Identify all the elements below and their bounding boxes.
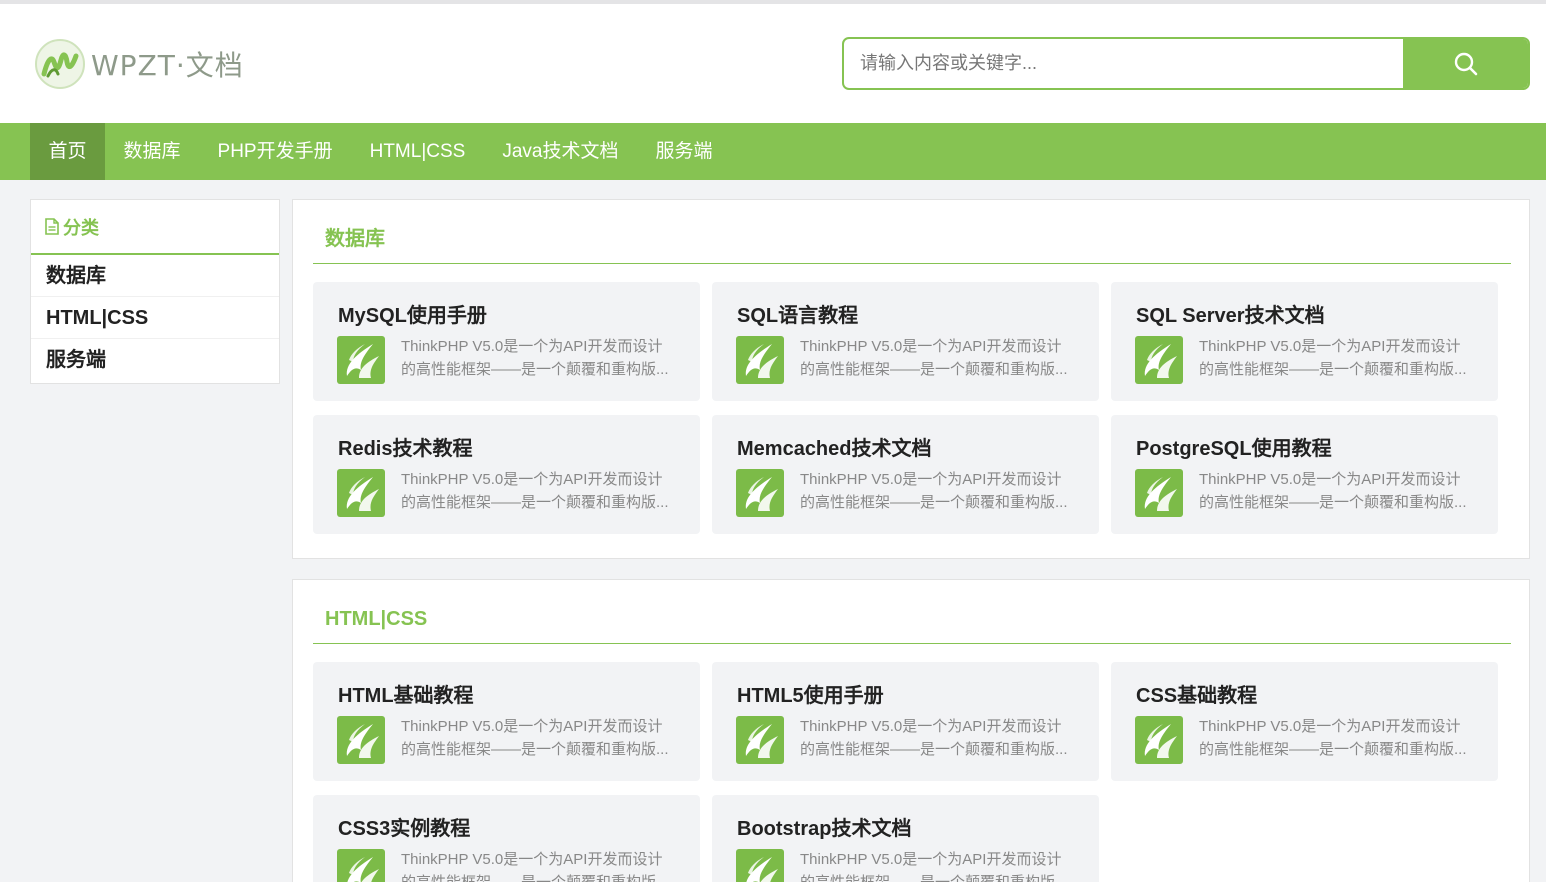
search-input[interactable] bbox=[844, 39, 1403, 88]
doc-card-description-line: ThinkPHP V5.0是一个为API开发而设计 bbox=[800, 851, 1062, 868]
doc-card-description: ThinkPHP V5.0是一个为API开发而设计 的高性能框架——是一个颠覆和… bbox=[401, 848, 676, 882]
nav-item-java-docs[interactable]: Java技术文档 bbox=[484, 123, 637, 180]
doc-card[interactable]: CSS3实例教程 ThinkPHP V5.0是一个为API开发而设计 的高性能框… bbox=[313, 795, 700, 882]
doc-card-title[interactable]: HTML5使用手册 bbox=[737, 679, 884, 708]
doc-card-description: ThinkPHP V5.0是一个为API开发而设计 的高性能框架——是一个颠覆和… bbox=[800, 715, 1075, 761]
nav-item-php-manual[interactable]: PHP开发手册 bbox=[199, 123, 351, 180]
doc-card-description-line: 的高性能框架——是一个颠覆和重构版... bbox=[401, 741, 669, 758]
doc-card-description-line: ThinkPHP V5.0是一个为API开发而设计 bbox=[401, 471, 663, 488]
doc-card[interactable]: CSS基础教程 ThinkPHP V5.0是一个为API开发而设计 的高性能框架… bbox=[1111, 662, 1498, 781]
doc-card-description-line: ThinkPHP V5.0是一个为API开发而设计 bbox=[401, 338, 663, 355]
sidebar-item-html-css[interactable]: HTML|CSS bbox=[31, 297, 279, 339]
site-logo[interactable]: WPZT·文档 bbox=[34, 38, 244, 90]
sidebar-title: 分类 bbox=[63, 217, 99, 238]
thinkphp-logo-icon bbox=[1135, 469, 1183, 517]
doc-card-description-line: 的高性能框架——是一个颠覆和重构版... bbox=[800, 741, 1068, 758]
logo-text: WPZT·文档 bbox=[91, 49, 244, 82]
doc-card[interactable]: SQL语言教程 ThinkPHP V5.0是一个为API开发而设计 的高性能框架… bbox=[712, 282, 1099, 401]
doc-card-description: ThinkPHP V5.0是一个为API开发而设计 的高性能框架——是一个颠覆和… bbox=[401, 468, 676, 514]
section-html-css: HTML|CSS HTML基础教程 ThinkPHP V5.0是一个为API开发… bbox=[292, 579, 1530, 882]
document-icon bbox=[45, 218, 59, 235]
doc-card-description-line: ThinkPHP V5.0是一个为API开发而设计 bbox=[1199, 471, 1461, 488]
doc-card-description-line: 的高性能框架——是一个颠覆和重构版... bbox=[800, 871, 1075, 882]
logo-mark-icon bbox=[35, 39, 85, 89]
nav-item-server[interactable]: 服务端 bbox=[637, 123, 731, 180]
doc-card-title[interactable]: CSS基础教程 bbox=[1136, 679, 1257, 708]
doc-card-title[interactable]: HTML基础教程 bbox=[338, 679, 474, 708]
doc-card[interactable]: Bootstrap技术文档 ThinkPHP V5.0是一个为API开发而设计 … bbox=[712, 795, 1099, 882]
nav-item-html-css[interactable]: HTML|CSS bbox=[351, 123, 484, 180]
thinkphp-logo-icon bbox=[337, 849, 385, 882]
doc-card-title[interactable]: Bootstrap技术文档 bbox=[737, 812, 911, 841]
doc-card[interactable]: Redis技术教程 ThinkPHP V5.0是一个为API开发而设计 的高性能… bbox=[313, 415, 700, 534]
search-icon bbox=[1454, 52, 1477, 75]
doc-card-title[interactable]: CSS3实例教程 bbox=[338, 812, 470, 841]
doc-card-description-line: ThinkPHP V5.0是一个为API开发而设计 bbox=[401, 851, 663, 868]
search-box bbox=[842, 37, 1530, 90]
thinkphp-logo-icon bbox=[337, 469, 385, 517]
section-title[interactable]: 数据库 bbox=[313, 224, 1511, 264]
nav-item-database[interactable]: 数据库 bbox=[105, 123, 199, 180]
thinkphp-logo-icon bbox=[337, 336, 385, 384]
doc-card-description: ThinkPHP V5.0是一个为API开发而设计 的高性能框架——是一个颠覆和… bbox=[1199, 468, 1474, 514]
doc-card-description-line: ThinkPHP V5.0是一个为API开发而设计 bbox=[800, 718, 1062, 735]
main-nav: 首页 数据库 PHP开发手册 HTML|CSS Java技术文档 服务端 bbox=[0, 123, 1546, 180]
doc-card-description-line: ThinkPHP V5.0是一个为API开发而设计 bbox=[401, 718, 663, 735]
doc-card-description: ThinkPHP V5.0是一个为API开发而设计 的高性能框架——是一个颠覆和… bbox=[401, 335, 676, 381]
doc-card-description: ThinkPHP V5.0是一个为API开发而设计 的高性能框架——是一个颠覆和… bbox=[1199, 335, 1474, 381]
section-title[interactable]: HTML|CSS bbox=[313, 604, 1511, 644]
doc-card-description: ThinkPHP V5.0是一个为API开发而设计 的高性能框架——是一个颠覆和… bbox=[800, 335, 1075, 381]
doc-card-description-line: 的高性能框架——是一个颠覆和重构版... bbox=[800, 494, 1068, 511]
category-sidebar: 分类 数据库 HTML|CSS 服务端 bbox=[30, 199, 280, 384]
doc-card-description-line: 的高性能框架——是一个颠覆和重构版... bbox=[401, 361, 669, 378]
thinkphp-logo-icon bbox=[736, 849, 784, 882]
doc-card-description-line: ThinkPHP V5.0是一个为API开发而设计 bbox=[1199, 338, 1461, 355]
doc-card[interactable]: PostgreSQL使用教程 ThinkPHP V5.0是一个为API开发而设计… bbox=[1111, 415, 1498, 534]
doc-card-description-line: 的高性能框架——是一个颠覆和重构版... bbox=[401, 871, 676, 882]
doc-card-description: ThinkPHP V5.0是一个为API开发而设计 的高性能框架——是一个颠覆和… bbox=[401, 715, 676, 761]
doc-card[interactable]: SQL Server技术文档 ThinkPHP V5.0是一个为API开发而设计… bbox=[1111, 282, 1498, 401]
doc-card-description-line: ThinkPHP V5.0是一个为API开发而设计 bbox=[1199, 718, 1461, 735]
doc-card[interactable]: HTML基础教程 ThinkPHP V5.0是一个为API开发而设计 的高性能框… bbox=[313, 662, 700, 781]
doc-card-title[interactable]: PostgreSQL使用教程 bbox=[1136, 432, 1332, 461]
thinkphp-logo-icon bbox=[736, 336, 784, 384]
search-button[interactable] bbox=[1403, 39, 1528, 88]
doc-card-description: ThinkPHP V5.0是一个为API开发而设计 的高性能框架——是一个颠覆和… bbox=[800, 468, 1075, 514]
doc-card-description-line: 的高性能框架——是一个颠覆和重构版... bbox=[1199, 741, 1467, 758]
thinkphp-logo-icon bbox=[1135, 336, 1183, 384]
doc-card-title[interactable]: Memcached技术文档 bbox=[737, 432, 932, 461]
doc-card-title[interactable]: SQL Server技术文档 bbox=[1136, 299, 1325, 328]
section-database: 数据库 MySQL使用手册 ThinkPHP V5.0是一个为API开发而设计 … bbox=[292, 199, 1530, 559]
doc-card-description: ThinkPHP V5.0是一个为API开发而设计 的高性能框架——是一个颠覆和… bbox=[1199, 715, 1474, 761]
thinkphp-logo-icon bbox=[337, 716, 385, 764]
doc-card-description-line: 的高性能框架——是一个颠覆和重构版... bbox=[800, 361, 1068, 378]
thinkphp-logo-icon bbox=[736, 469, 784, 517]
site-header: WPZT·文档 bbox=[0, 4, 1546, 123]
doc-card-description-line: 的高性能框架——是一个颠覆和重构版... bbox=[1199, 494, 1467, 511]
thinkphp-logo-icon bbox=[1135, 716, 1183, 764]
doc-card-description-line: 的高性能框架——是一个颠覆和重构版... bbox=[401, 494, 669, 511]
sidebar-header: 分类 bbox=[31, 200, 279, 255]
doc-card-title[interactable]: SQL语言教程 bbox=[737, 299, 858, 328]
doc-card-description: ThinkPHP V5.0是一个为API开发而设计 的高性能框架——是一个颠覆和… bbox=[800, 848, 1075, 882]
sidebar-item-server[interactable]: 服务端 bbox=[31, 339, 279, 381]
doc-card-description-line: 的高性能框架——是一个颠覆和重构版... bbox=[1199, 361, 1467, 378]
doc-card[interactable]: Memcached技术文档 ThinkPHP V5.0是一个为API开发而设计 … bbox=[712, 415, 1099, 534]
doc-card[interactable]: MySQL使用手册 ThinkPHP V5.0是一个为API开发而设计 的高性能… bbox=[313, 282, 700, 401]
doc-card-description-line: ThinkPHP V5.0是一个为API开发而设计 bbox=[800, 471, 1062, 488]
doc-card-title[interactable]: Redis技术教程 bbox=[338, 432, 472, 461]
doc-card-description-line: ThinkPHP V5.0是一个为API开发而设计 bbox=[800, 338, 1062, 355]
nav-item-home[interactable]: 首页 bbox=[30, 123, 106, 180]
doc-card[interactable]: HTML5使用手册 ThinkPHP V5.0是一个为API开发而设计 的高性能… bbox=[712, 662, 1099, 781]
sidebar-item-database[interactable]: 数据库 bbox=[31, 255, 279, 297]
doc-card-title[interactable]: MySQL使用手册 bbox=[338, 299, 487, 328]
thinkphp-logo-icon bbox=[736, 716, 784, 764]
